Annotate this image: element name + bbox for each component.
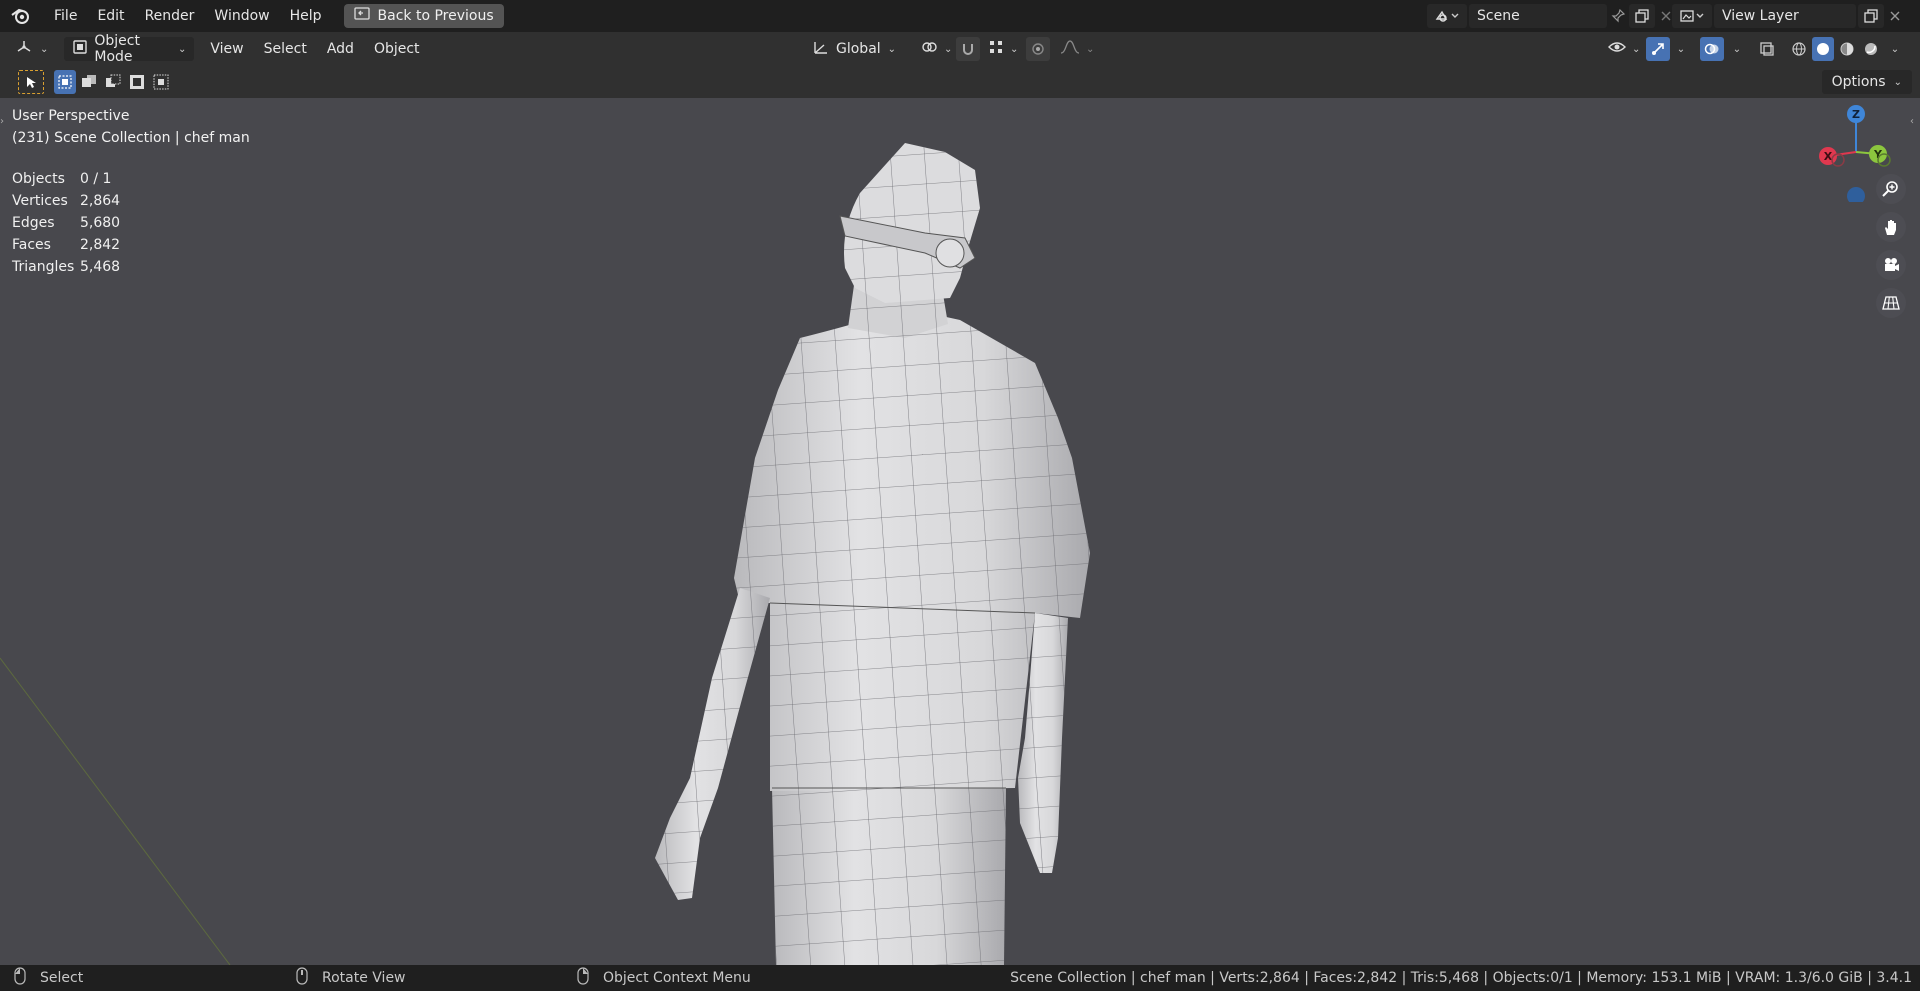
menu-add[interactable]: Add	[317, 32, 364, 66]
chevron-down-icon: ⌄	[178, 43, 187, 55]
select-intersect-icon[interactable]	[150, 70, 172, 94]
camera-view-icon[interactable]	[1876, 250, 1906, 280]
snap-grid-icon	[988, 39, 1004, 59]
mouse-middle-icon	[296, 967, 308, 989]
menu-help[interactable]: Help	[280, 0, 332, 32]
orientation-icon	[812, 39, 830, 59]
overlays-options-chevron-icon[interactable]: ⌄	[1726, 37, 1748, 61]
snap-toggle-icon[interactable]	[956, 37, 980, 61]
orientation-label: Global	[836, 41, 881, 57]
top-bar: File Edit Render Window Help Back to Pre…	[0, 0, 1920, 32]
gizmo-options-chevron-icon[interactable]: ⌄	[1670, 37, 1692, 61]
falloff-curve-icon	[1060, 39, 1080, 59]
menu-render[interactable]: Render	[135, 0, 205, 32]
zoom-icon[interactable]	[1876, 174, 1906, 204]
eye-icon	[1608, 40, 1626, 58]
snap-target-dropdown[interactable]: ⌄	[980, 37, 1027, 61]
transform-orientation-dropdown[interactable]: Global ⌄	[804, 37, 904, 61]
chef-model-mesh	[655, 143, 1090, 965]
chevron-down-icon: ⌄	[887, 43, 896, 55]
select-tool-icon[interactable]	[18, 70, 44, 94]
pan-hand-icon[interactable]	[1876, 212, 1906, 242]
model-render	[0, 143, 1090, 965]
mouse-right-icon	[577, 967, 589, 989]
perspective-label: User Perspective	[12, 108, 130, 124]
menu-edit[interactable]: Edit	[87, 0, 134, 32]
select-new-icon[interactable]	[54, 70, 76, 94]
chevron-down-icon: ⌄	[944, 43, 953, 55]
proportional-edit-icon[interactable]	[1026, 37, 1050, 61]
gizmo-z-label: Z	[1852, 108, 1860, 121]
perspective-grid-icon[interactable]	[1876, 288, 1906, 318]
new-view-layer-icon[interactable]	[1858, 4, 1884, 28]
delete-view-layer-icon[interactable]	[1884, 4, 1906, 28]
material-shading-icon[interactable]	[1836, 37, 1858, 61]
object-mode-icon	[72, 39, 88, 59]
viewport-header: ⌄ Object Mode ⌄ View Select Add Object G…	[0, 32, 1920, 66]
select-subtract-icon[interactable]	[102, 70, 124, 94]
menu-file[interactable]: File	[44, 0, 87, 32]
hint-rotate: Rotate View	[296, 965, 406, 991]
options-label: Options	[1831, 74, 1886, 90]
menu-window[interactable]: Window	[204, 0, 279, 32]
visibility-dropdown[interactable]: ⌄	[1600, 37, 1649, 61]
xray-toggle-icon[interactable]	[1756, 37, 1778, 61]
falloff-dropdown[interactable]: ⌄	[1052, 37, 1103, 61]
pin-icon[interactable]	[1607, 4, 1629, 28]
wireframe-shading-icon[interactable]	[1788, 37, 1810, 61]
scene-selector: Scene	[1427, 4, 1677, 28]
menu-select[interactable]: Select	[254, 32, 317, 66]
object-mode-label: Object Mode	[94, 33, 140, 65]
viewport-editor-icon	[16, 39, 34, 59]
chevron-down-icon: ⌄	[1086, 43, 1095, 55]
stat-row-triangles: Triangles 5,468	[12, 259, 121, 275]
solid-shading-icon[interactable]	[1812, 37, 1834, 61]
view-layer-browse-icon[interactable]	[1672, 4, 1712, 28]
chevron-down-icon: ⌄	[1893, 76, 1902, 88]
hint-select: Select	[14, 965, 83, 991]
back-to-previous-button[interactable]: Back to Previous	[343, 4, 504, 28]
pivot-icon	[920, 39, 938, 59]
overlays-toggle-icon[interactable]	[1700, 37, 1724, 61]
menu-view[interactable]: View	[200, 32, 253, 66]
select-extend-icon[interactable]	[78, 70, 100, 94]
shading-options-chevron-icon[interactable]: ⌄	[1884, 37, 1906, 61]
rendered-shading-icon[interactable]	[1860, 37, 1882, 61]
sidebar-expand-icon[interactable]: ‹	[1910, 116, 1918, 130]
blender-logo-icon[interactable]	[10, 5, 32, 27]
chevron-down-icon: ⌄	[1632, 43, 1641, 55]
editor-type-dropdown[interactable]: ⌄	[8, 37, 57, 61]
chevron-down-icon: ⌄	[40, 43, 49, 55]
mouse-left-icon	[14, 967, 26, 989]
scene-browse-icon[interactable]	[1427, 4, 1467, 28]
toolbar-expand-icon[interactable]: ›	[0, 116, 8, 130]
stat-row-objects: Objects 0 / 1	[12, 171, 112, 187]
pivot-point-dropdown[interactable]: ⌄	[912, 37, 961, 61]
chevron-down-icon: ⌄	[1010, 43, 1019, 55]
view-layer-name-field[interactable]: View Layer	[1714, 4, 1856, 28]
scene-statistics: Objects 0 / 1 Vertices 2,864 Edges 5,680…	[12, 168, 120, 278]
stat-row-vertices: Vertices 2,864	[12, 193, 121, 209]
hint-context-menu: Object Context Menu	[577, 965, 751, 991]
stat-row-faces: Faces 2,842	[12, 237, 121, 253]
3d-viewport[interactable]: User Perspective (231) Scene Collection …	[0, 98, 1920, 965]
new-scene-icon[interactable]	[1629, 4, 1655, 28]
collection-label: (231) Scene Collection | chef man	[12, 130, 250, 146]
status-bar: Select Rotate View Object Context Menu S…	[0, 965, 1920, 991]
back-label: Back to Previous	[377, 8, 494, 24]
select-invert-icon[interactable]	[126, 70, 148, 94]
options-dropdown[interactable]: Options ⌄	[1821, 70, 1912, 94]
tool-header: Options ⌄	[0, 66, 1920, 98]
stat-row-edges: Edges 5,680	[12, 215, 121, 231]
back-icon	[353, 7, 370, 25]
object-mode-dropdown[interactable]: Object Mode ⌄	[64, 33, 195, 65]
menu-object[interactable]: Object	[364, 32, 430, 66]
gizmo-toggle-icon[interactable]	[1646, 37, 1670, 61]
view-layer-selector: View Layer	[1672, 4, 1906, 28]
scene-info-text: Scene Collection | chef man | Verts:2,86…	[1010, 970, 1912, 986]
scene-name-field[interactable]: Scene	[1469, 4, 1607, 28]
